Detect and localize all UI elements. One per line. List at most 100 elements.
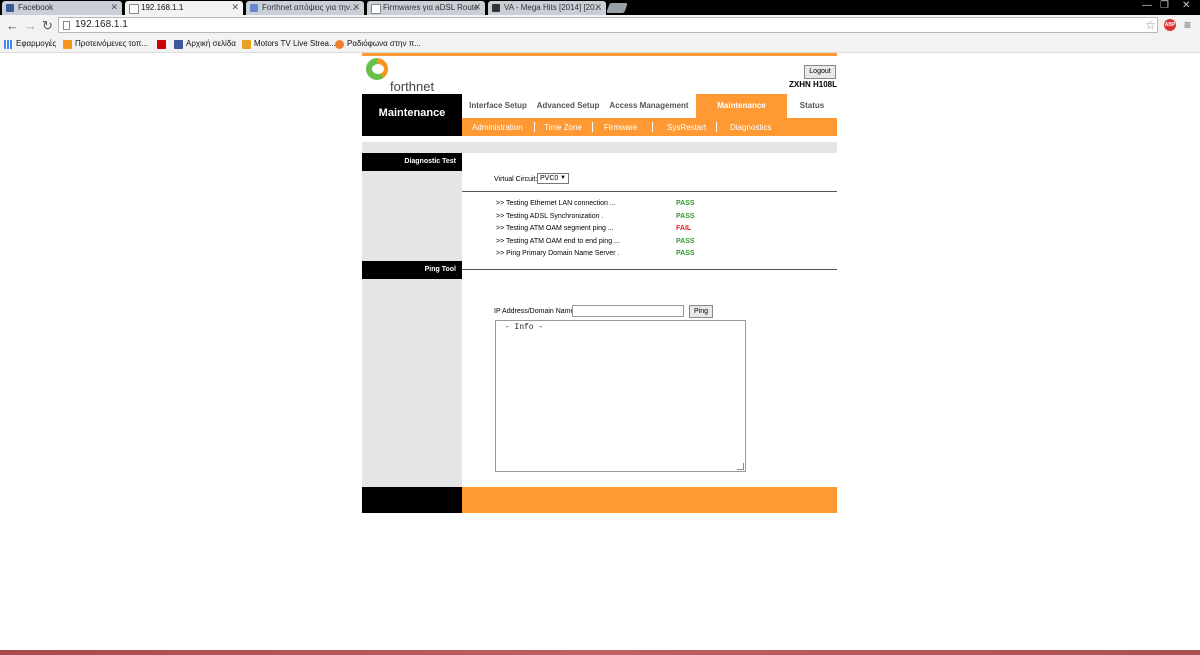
virtual-circuit-label: Virtual Circuit: bbox=[494, 176, 538, 183]
forward-icon[interactable]: → bbox=[24, 18, 37, 33]
tab-maintenance[interactable]: Maintenance bbox=[696, 94, 787, 118]
subnav-diagnostics[interactable]: Diagnostics bbox=[730, 123, 771, 132]
address-bar[interactable]: 192.168.1.1 bbox=[58, 17, 1158, 33]
diagnostic-test-header: Diagnostic Test bbox=[362, 153, 462, 171]
subnav-firmware[interactable]: Firmware bbox=[604, 123, 637, 132]
close-window-icon[interactable]: ✕ bbox=[1182, 0, 1190, 11]
virtual-circuit-select[interactable]: PVC0 ▼ bbox=[537, 173, 569, 184]
test-result: PASS bbox=[676, 238, 695, 245]
bookmark-apps[interactable]: Εφαρμογές bbox=[4, 39, 57, 49]
test-label: >> Testing ATM OAM end to end ping ... bbox=[496, 238, 620, 245]
close-icon[interactable]: ✕ bbox=[231, 2, 239, 13]
restore-icon[interactable]: ❐ bbox=[1160, 0, 1169, 11]
rss-icon bbox=[335, 40, 344, 49]
bookmark-icon bbox=[63, 40, 72, 49]
accent-bar bbox=[362, 53, 837, 56]
forum-icon bbox=[250, 4, 258, 12]
bookmark-label: Προτεινόμενες τοπ... bbox=[75, 39, 149, 48]
subnav-time-zone[interactable]: Time Zone bbox=[544, 123, 582, 132]
bookmark-label: Motors TV Live Strea... bbox=[254, 39, 336, 48]
test-result: FAIL bbox=[676, 225, 692, 232]
tab-label: Facebook bbox=[18, 3, 54, 12]
subnav-administration[interactable]: Administration bbox=[472, 123, 523, 132]
main-nav: Interface Setup Advanced Setup Access Ma… bbox=[462, 94, 837, 118]
bookmark-suggested[interactable]: Προτεινόμενες τοπ... bbox=[63, 39, 149, 49]
page-icon bbox=[129, 4, 139, 14]
tab-facebook[interactable]: Facebook ✕ bbox=[2, 1, 122, 15]
tab-label: 192.168.1.1 bbox=[141, 3, 184, 12]
tab-strip: Facebook ✕ 192.168.1.1 ✕ Forthnet απόψει… bbox=[0, 0, 1200, 15]
tv-icon bbox=[242, 40, 251, 49]
logout-button[interactable]: Logout bbox=[804, 65, 836, 79]
tab-status[interactable]: Status bbox=[787, 94, 837, 118]
bookmark-star-icon[interactable]: ☆ bbox=[1145, 18, 1156, 32]
test-result: PASS bbox=[676, 250, 695, 257]
sub-nav: Administration Time Zone Firmware SysRes… bbox=[462, 118, 837, 136]
tab-router[interactable]: 192.168.1.1 ✕ bbox=[125, 1, 243, 15]
bookmark-label: Εφαρμογές bbox=[16, 39, 57, 48]
new-tab-button[interactable] bbox=[606, 3, 628, 13]
bookmark-label: Αρχική σελίδα bbox=[186, 39, 236, 48]
tab-label: Firmwares για aDSL Route bbox=[383, 3, 479, 12]
apps-grid-icon bbox=[4, 40, 13, 49]
test-label: >> Testing ATM OAM segment ping ... bbox=[496, 225, 614, 232]
ip-address-input[interactable] bbox=[572, 305, 684, 317]
select-value: PVC0 bbox=[540, 175, 559, 182]
menu-icon[interactable]: ≡ bbox=[1184, 18, 1191, 32]
close-icon[interactable]: ✕ bbox=[352, 2, 360, 13]
tab-label: VA - Mega Hits [2014] [20... bbox=[504, 3, 602, 12]
info-textarea[interactable]: - Info - bbox=[495, 320, 746, 472]
bookmarks-bar: Εφαρμογές Προτεινόμενες τοπ... Αρχική σε… bbox=[0, 37, 1200, 53]
bookmark-home[interactable]: Αρχική σελίδα bbox=[174, 39, 236, 49]
tab-mega-hits[interactable]: VA - Mega Hits [2014] [20... ✕ bbox=[488, 1, 606, 15]
ip-address-label: IP Address/Domain Name: bbox=[494, 308, 577, 315]
video-icon bbox=[492, 4, 500, 12]
page-icon bbox=[371, 4, 381, 14]
url-text: 192.168.1.1 bbox=[75, 19, 128, 30]
separator-bar bbox=[362, 142, 837, 153]
tab-interface-setup[interactable]: Interface Setup bbox=[462, 94, 534, 118]
tab-label: Forthnet απόψεις για την... bbox=[262, 3, 357, 12]
facebook-icon bbox=[6, 4, 14, 12]
close-icon[interactable]: ✕ bbox=[473, 2, 481, 13]
dropdown-arrow-icon: ▼ bbox=[560, 175, 566, 181]
test-label: >> Testing Ethernet LAN connection ... bbox=[496, 200, 616, 207]
close-icon[interactable]: ✕ bbox=[594, 2, 602, 13]
footer-bar bbox=[462, 487, 837, 513]
model-name: ZXHN H108L bbox=[788, 80, 837, 89]
info-text: - Info - bbox=[500, 323, 544, 332]
test-label: >> Testing ADSL Synchronization . bbox=[496, 213, 604, 220]
ping-button[interactable]: Ping bbox=[689, 305, 713, 318]
bookmark-radio[interactable]: Ραδιόφωνα στην π... bbox=[335, 39, 421, 49]
tab-forthnet-forum[interactable]: Forthnet απόψεις για την... ✕ bbox=[246, 1, 364, 15]
youtube-icon bbox=[157, 40, 166, 49]
test-result: PASS bbox=[676, 200, 695, 207]
router-page: forthnet Logout ZXHN H108L Maintenance I… bbox=[362, 53, 837, 513]
left-column bbox=[362, 153, 462, 487]
resize-handle-icon[interactable] bbox=[737, 463, 744, 470]
back-icon[interactable]: ← bbox=[6, 18, 19, 33]
facebook-icon bbox=[174, 40, 183, 49]
ping-tool-header: Ping Tool bbox=[362, 261, 462, 279]
tab-access-management[interactable]: Access Management bbox=[602, 94, 696, 118]
close-icon[interactable]: ✕ bbox=[110, 2, 118, 13]
test-row: >> Testing ATM OAM segment ping ... FAIL bbox=[496, 225, 716, 232]
browser-toolbar: ← → ↻ 192.168.1.1 ☆ ABP ≡ bbox=[0, 15, 1200, 37]
test-row: >> Testing ATM OAM end to end ping ... P… bbox=[496, 238, 716, 245]
os-taskbar bbox=[0, 650, 1200, 655]
reload-icon[interactable]: ↻ bbox=[42, 18, 53, 34]
divider bbox=[462, 269, 837, 270]
brand-name: forthnet bbox=[390, 79, 435, 94]
test-row: >> Testing ADSL Synchronization . PASS bbox=[496, 213, 716, 220]
tab-firmwares[interactable]: Firmwares για aDSL Route ✕ bbox=[367, 1, 485, 15]
page-icon bbox=[63, 21, 70, 30]
test-label: >> Ping Primary Domain Name Server . bbox=[496, 250, 620, 257]
subnav-sysrestart[interactable]: SysRestart bbox=[667, 123, 706, 132]
test-result: PASS bbox=[676, 213, 695, 220]
forthnet-logo: forthnet bbox=[362, 58, 482, 94]
bookmark-motors-tv[interactable]: Motors TV Live Strea... bbox=[242, 39, 336, 49]
adblock-icon[interactable]: ABP bbox=[1164, 19, 1176, 31]
page-title: Maintenance bbox=[378, 107, 446, 119]
minimize-icon[interactable]: — bbox=[1142, 0, 1152, 11]
tab-advanced-setup[interactable]: Advanced Setup bbox=[534, 94, 602, 118]
